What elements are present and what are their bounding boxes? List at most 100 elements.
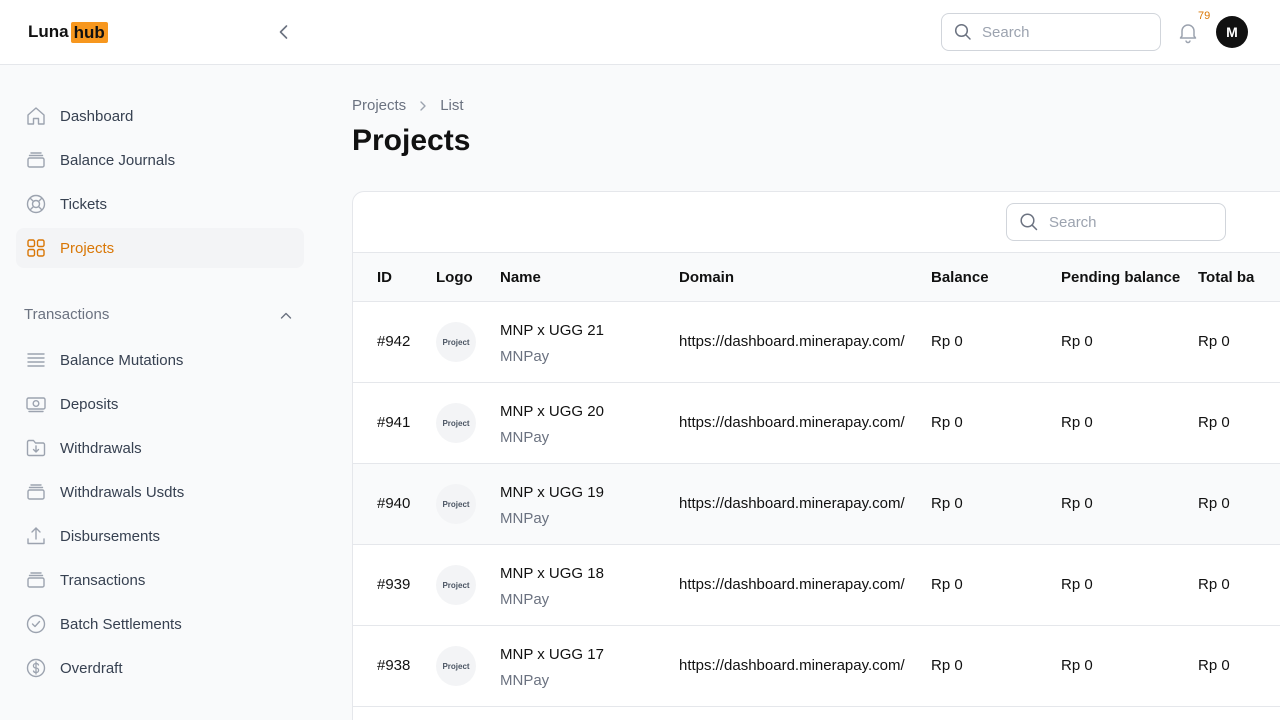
notifications-button[interactable] — [1176, 20, 1200, 44]
column-header-domain[interactable]: Domain — [679, 269, 734, 286]
brand-logo-text-1: Luna — [28, 22, 69, 41]
sidebar-item-withdrawals[interactable]: Withdrawals — [16, 428, 304, 468]
global-search[interactable] — [941, 13, 1161, 51]
cell-total-balance: Rp 0 — [1198, 414, 1230, 431]
stack-icon — [24, 568, 48, 592]
sidebar-item-label: Deposits — [60, 395, 119, 413]
table-search-input[interactable] — [1049, 213, 1209, 231]
brand-logo[interactable]: Luna hub — [28, 21, 108, 43]
chevron-right-icon — [416, 99, 430, 113]
breadcrumb: Projects List — [352, 97, 464, 114]
cell-pending-balance: Rp 0 — [1061, 414, 1093, 431]
table-row[interactable]: Project #938 MNP x UGG 17 MNPay https://dash… — [353, 626, 1280, 707]
lifebuoy-icon — [24, 192, 48, 216]
table-toolbar — [353, 192, 1280, 253]
table-search[interactable] — [1006, 203, 1226, 241]
collapse-sidebar-button[interactable] — [272, 20, 296, 44]
sidebar-item-label: Transactions — [60, 571, 146, 589]
cell-domain: https://dashboard.minerapay.com/ — [679, 495, 905, 512]
table-row[interactable]: Project #942 MNP x UGG 21 MNPay https://dash… — [353, 302, 1280, 383]
cell-balance: Rp 0 — [931, 576, 963, 593]
list-icon — [24, 348, 48, 372]
table-row[interactable]: Project #941 MNP x UGG 20 MNPay https://dash… — [353, 383, 1280, 464]
sidebar-item-label: Disbursements — [60, 527, 161, 545]
cell-project-subtitle: MNPay — [500, 348, 550, 365]
notification-count-badge: 79 — [1198, 10, 1211, 22]
column-header-name[interactable]: Name — [500, 269, 541, 286]
cell-project-name: MNP x UGG 18 — [500, 565, 604, 582]
cell-project-subtitle: MNPay — [500, 510, 550, 527]
cell-domain: https://dashboard.minerapay.com/ — [679, 333, 905, 350]
cell-balance: Rp 0 — [931, 495, 963, 512]
cell-pending-balance: Rp 0 — [1061, 576, 1093, 593]
cell-pending-balance: Rp 0 — [1061, 657, 1093, 674]
bell-icon — [1179, 24, 1197, 44]
project-logo: Project — [436, 322, 476, 362]
sidebar-item-projects[interactable]: Projects — [16, 228, 304, 268]
chevron-up-icon[interactable] — [278, 308, 294, 324]
user-avatar[interactable]: M — [1216, 16, 1248, 48]
breadcrumb-projects-link[interactable]: Projects — [352, 97, 406, 114]
brand-logo-text-2: hub — [70, 21, 108, 43]
chevron-left-icon — [279, 25, 288, 39]
sidebar-item-label: Batch Settlements — [60, 615, 182, 633]
cell-project-name: MNP x UGG 20 — [500, 403, 604, 420]
sidebar-item-withdrawals-usdts[interactable]: Withdrawals Usdts — [16, 472, 304, 512]
sidebar-item-label: Tickets — [60, 195, 107, 213]
home-icon — [24, 104, 48, 128]
table-body: Project #942 MNP x UGG 21 MNPay https://dash… — [353, 302, 1280, 707]
cell-total-balance: Rp 0 — [1198, 657, 1230, 674]
project-logo: Project — [436, 646, 476, 686]
sidebar-group-transactions[interactable]: Transactions — [24, 306, 109, 323]
cell-project-subtitle: MNPay — [500, 429, 550, 446]
column-header-id[interactable]: ID — [377, 269, 392, 286]
sidebar-item-balance-mutations[interactable]: Balance Mutations — [16, 340, 304, 380]
sidebar-item-deposits[interactable]: Deposits — [16, 384, 304, 424]
sidebar-item-balance-journals[interactable]: Balance Journals — [16, 140, 304, 180]
sidebar-item-disbursements[interactable]: Disbursements — [16, 516, 304, 556]
project-logo: Project — [436, 565, 476, 605]
sidebar-item-label: Balance Mutations — [60, 351, 184, 369]
table-row[interactable]: Project #939 MNP x UGG 18 MNPay https://dash… — [353, 545, 1280, 626]
page-title: Projects — [352, 124, 471, 157]
stack-icon — [24, 480, 48, 504]
cell-id: #939 — [377, 576, 411, 593]
search-icon — [954, 23, 971, 40]
cell-total-balance: Rp 0 — [1198, 576, 1230, 593]
column-header-total-balance[interactable]: Total ba — [1198, 269, 1254, 286]
sidebar-item-dashboard[interactable]: Dashboard — [16, 96, 304, 136]
cell-id: #942 — [377, 333, 411, 350]
dollar-circle-icon — [24, 656, 48, 680]
cell-domain: https://dashboard.minerapay.com/ — [679, 657, 905, 674]
table-row[interactable]: Project #940 MNP x UGG 19 MNPay https://dash… — [353, 464, 1280, 545]
grid-icon — [24, 236, 48, 260]
project-logo: Project — [436, 403, 476, 443]
cell-balance: Rp 0 — [931, 657, 963, 674]
cell-project-name: MNP x UGG 21 — [500, 322, 604, 339]
cell-project-subtitle: MNPay — [500, 591, 550, 608]
cell-balance: Rp 0 — [931, 333, 963, 350]
stack-icon — [24, 148, 48, 172]
column-header-pending-balance[interactable]: Pending balance — [1061, 269, 1180, 286]
sidebar-item-transactions[interactable]: Transactions — [16, 560, 304, 600]
cell-id: #941 — [377, 414, 411, 431]
sidebar-item-overdraft[interactable]: Overdraft — [16, 648, 304, 688]
sidebar-item-tickets[interactable]: Tickets — [16, 184, 304, 224]
sidebar-item-label: Dashboard — [60, 107, 134, 125]
cell-project-name: MNP x UGG 17 — [500, 646, 604, 663]
table-header: ID Logo Name Domain Balance Pending bala… — [353, 253, 1280, 302]
sidebar-item-label: Balance Journals — [60, 151, 176, 169]
upload-icon — [24, 524, 48, 548]
cell-total-balance: Rp 0 — [1198, 495, 1230, 512]
sidebar-item-batch-settlements[interactable]: Batch Settlements — [16, 604, 304, 644]
folder-download-icon — [24, 436, 48, 460]
breadcrumb-current: List — [440, 97, 464, 114]
sidebar: Dashboard Balance Journals Tickets Proje… — [0, 65, 320, 720]
cell-id: #938 — [377, 657, 411, 674]
global-search-input[interactable] — [982, 23, 1142, 41]
top-bar: Lunahub 79 M — [0, 0, 1280, 65]
column-header-balance[interactable]: Balance — [931, 269, 989, 286]
cell-id: #940 — [377, 495, 411, 512]
project-logo: Project — [436, 484, 476, 524]
column-header-logo: Logo — [436, 269, 473, 286]
